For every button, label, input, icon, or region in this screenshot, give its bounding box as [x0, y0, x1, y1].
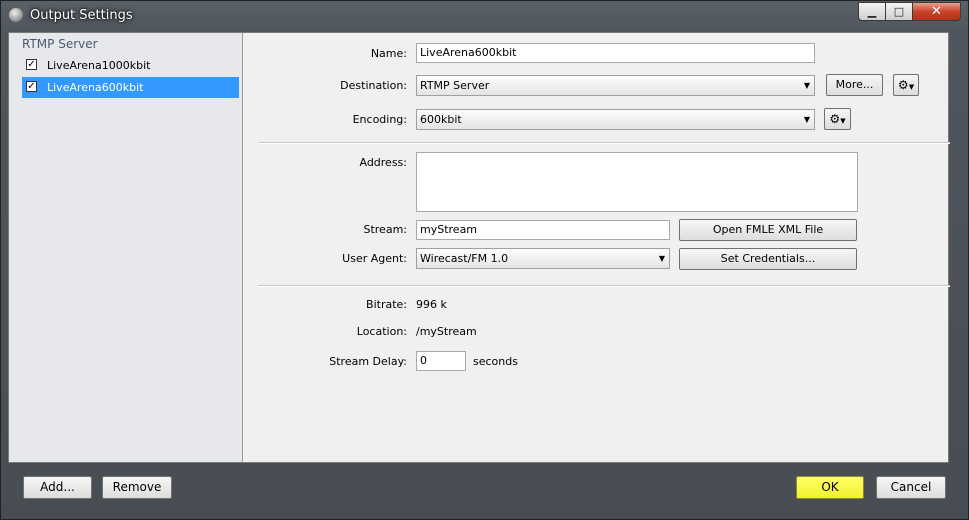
window-title: Output Settings — [30, 8, 133, 23]
user-agent-select[interactable]: Wirecast/FM 1.0 ▼ — [416, 248, 670, 269]
destination-label: Destination: — [340, 79, 407, 92]
more-button[interactable]: More... — [826, 74, 883, 96]
stream-delay-unit: seconds — [473, 355, 518, 368]
list-item-label: LiveArena1000kbit — [47, 59, 151, 72]
list-item-label: LiveArena600kbit — [47, 81, 144, 94]
check-icon[interactable]: ✓ — [26, 81, 37, 92]
stream-delay-input[interactable]: 0 — [416, 351, 466, 371]
section-divider — [258, 285, 950, 287]
chevron-down-icon: ▼ — [908, 83, 915, 91]
name-input[interactable]: LiveArena600kbit — [416, 43, 815, 63]
section-divider — [258, 142, 950, 144]
set-credentials-button[interactable]: Set Credentials... — [679, 248, 857, 270]
maximize-button[interactable]: □ — [885, 2, 913, 21]
stream-label: Stream: — [363, 223, 407, 236]
list-item-livearena600kbit[interactable]: ✓ LiveArena600kbit — [22, 77, 239, 98]
close-button[interactable]: ✕ — [912, 2, 961, 21]
gear-icon: ⚙ — [829, 112, 841, 126]
encoding-select[interactable]: 600kbit ▼ — [416, 109, 815, 130]
cancel-button[interactable]: Cancel — [876, 476, 946, 499]
encoding-label: Encoding: — [352, 113, 407, 126]
stream-delay-label: Stream Delay: — [329, 355, 407, 368]
title-bar[interactable]: Output Settings ▁ □ ✕ — [1, 1, 968, 31]
remove-button[interactable]: Remove — [102, 476, 172, 499]
bitrate-label: Bitrate: — [366, 298, 407, 311]
output-settings-window: Output Settings ▁ □ ✕ RTMP Server ✓ Live… — [0, 0, 969, 520]
stream-input[interactable]: myStream — [416, 220, 670, 240]
name-label: Name: — [370, 47, 407, 60]
location-value: /myStream — [416, 325, 477, 338]
user-agent-value: Wirecast/FM 1.0 — [420, 252, 509, 265]
location-label: Location: — [356, 325, 407, 338]
chevron-down-icon: ▼ — [658, 254, 665, 263]
bitrate-value: 996 k — [416, 298, 447, 311]
destination-gear-button[interactable]: ⚙▼ — [893, 74, 919, 96]
group-title: RTMP Server — [22, 37, 98, 51]
chevron-down-icon: ▼ — [803, 81, 810, 90]
address-label: Address: — [359, 156, 407, 169]
chevron-down-icon: ▼ — [840, 117, 846, 125]
dialog-body: RTMP Server ✓ LiveArena1000kbit ✓ LiveAr… — [8, 32, 950, 463]
destination-value: RTMP Server — [420, 79, 490, 92]
user-agent-label: User Agent: — [342, 252, 407, 265]
gear-icon: ⚙ — [897, 78, 909, 92]
add-button[interactable]: Add... — [23, 476, 92, 499]
minimize-button[interactable]: ▁ — [858, 2, 886, 21]
list-item-livearena1000kbit[interactable]: ✓ LiveArena1000kbit — [22, 55, 239, 76]
output-list-panel: RTMP Server ✓ LiveArena1000kbit ✓ LiveAr… — [9, 33, 243, 462]
address-textarea[interactable] — [416, 152, 858, 212]
check-icon[interactable]: ✓ — [26, 59, 37, 70]
footer-bar: Add... Remove OK Cancel — [8, 463, 959, 513]
settings-panel: Name: LiveArena600kbit Destination: RTMP… — [242, 33, 950, 462]
open-fmle-xml-button[interactable]: Open FMLE XML File — [679, 219, 857, 241]
app-icon — [9, 8, 23, 22]
ok-button[interactable]: OK — [796, 476, 864, 499]
encoding-gear-button[interactable]: ⚙▼ — [824, 108, 851, 130]
chevron-down-icon: ▼ — [803, 115, 810, 124]
destination-select[interactable]: RTMP Server ▼ — [416, 75, 815, 96]
encoding-value: 600kbit — [420, 113, 462, 126]
